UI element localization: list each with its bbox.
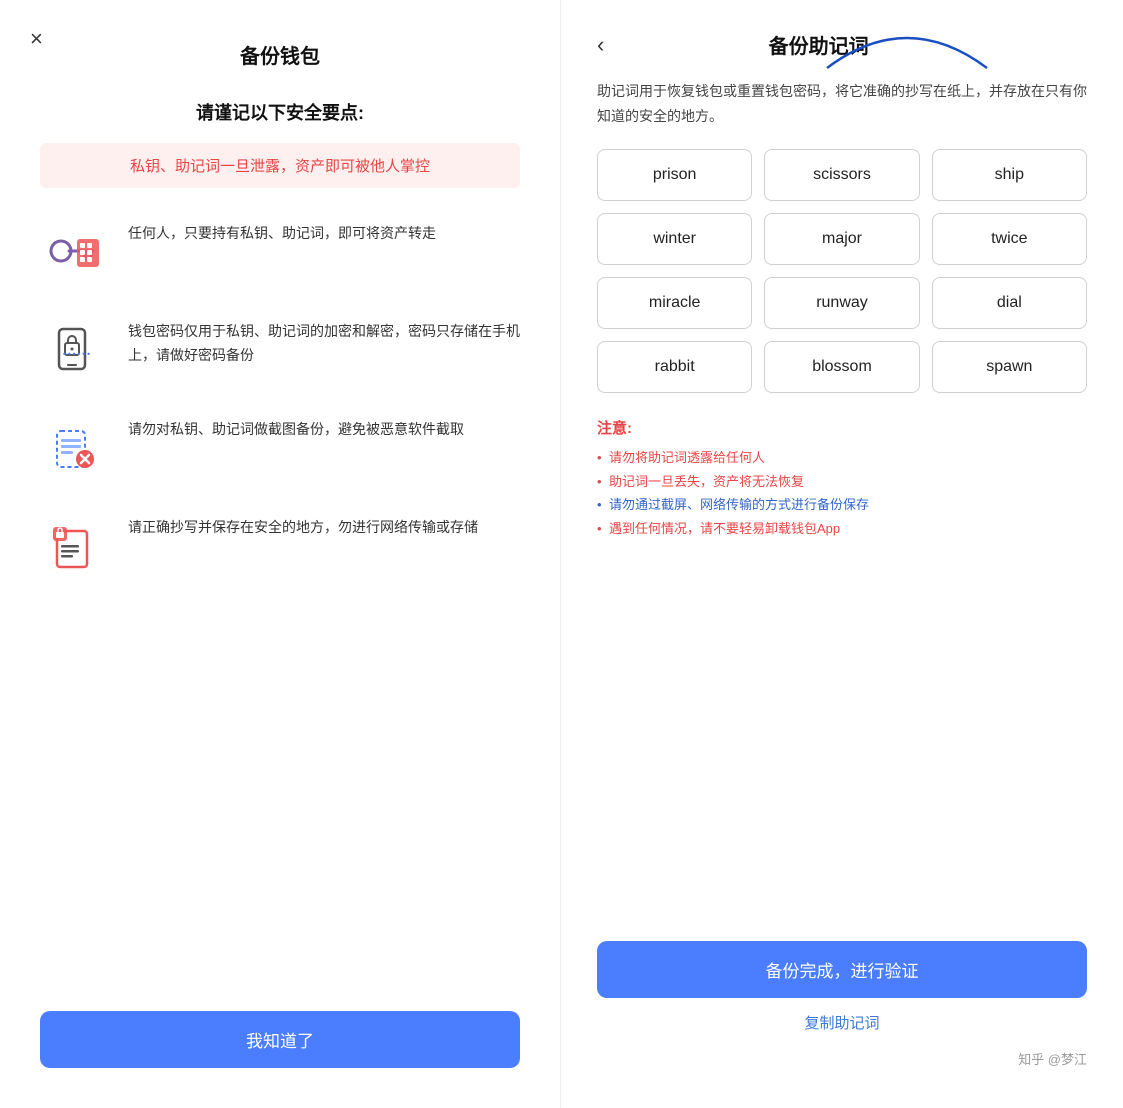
security-items-list: 任何人，只要持有私钥、助记词，即可将资产转走 •••••• 钱包密码仅用于私钥、… [40,218,520,971]
warning-banner: 私钥、助记词一旦泄露，资产即可被他人掌控 [40,143,520,188]
notes-section: 注意: 请勿将助记词透露给任何人助记词一旦丢失，资产将无法恢复请勿通过截屏、网络… [597,417,1087,540]
security-item-text-1: 任何人，只要持有私钥、助记词，即可将资产转走 [128,218,436,246]
security-heading: 请谨记以下安全要点: [40,99,520,125]
notes-title: 注意: [597,417,1087,438]
mnemonic-cell-1: prison [597,149,752,201]
security-item-1: 任何人，只要持有私钥、助记词，即可将资产转走 [40,218,520,288]
verify-button[interactable]: 备份完成，进行验证 [597,941,1087,998]
svg-text:••••••: •••••• [62,350,91,359]
security-item-text-2: 钱包密码仅用于私钥、助记词的加密和解密，密码只存储在手机上，请做好密码备份 [128,316,520,368]
title-circle-decoration [817,18,997,73]
close-button[interactable]: × [30,28,43,50]
note-item-1: 请勿将助记词透露给任何人 [597,446,1087,469]
mnemonic-grid: prisonscissorsship wintermajortwice miracl… [597,149,1087,393]
back-button[interactable]: ‹ [597,32,604,58]
watermark: 知乎 @梦江 [597,1049,1087,1068]
acknowledge-button[interactable]: 我知道了 [40,1011,520,1068]
mnemonic-cell-6: twice [932,213,1087,265]
mnemonic-cell-11: blossom [764,341,919,393]
mnemonic-cell-3: ship [932,149,1087,201]
mnemonic-cell-9: dial [932,277,1087,329]
screenshot-icon [40,414,110,484]
right-header: ‹ 备份助记词 [597,30,1087,59]
phone-lock-icon: •••••• [40,316,110,386]
security-item-text-3: 请勿对私钥、助记词做截图备份，避免被恶意软件截取 [128,414,464,442]
mnemonic-cell-7: miracle [597,277,752,329]
mnemonic-description: 助记词用于恢复钱包或重置钱包密码，将它准确的抄写在纸上，并存放在只有你知道的安全… [597,79,1087,129]
left-title: 备份钱包 [40,40,520,69]
note-item-2: 助记词一旦丢失，资产将无法恢复 [597,470,1087,493]
mnemonic-cell-10: rabbit [597,341,752,393]
mnemonic-cell-2: scissors [764,149,919,201]
security-item-4: 请正确抄写并保存在安全的地方，勿进行网络传输或存储 [40,512,520,582]
keys-icon [40,218,110,288]
note-item-4: 遇到任何情况，请不要轻易卸载钱包App [597,517,1087,540]
save-icon [40,512,110,582]
mnemonic-cell-12: spawn [932,341,1087,393]
copy-mnemonic-link[interactable]: 复制助记词 [597,1012,1087,1033]
security-item-3: 请勿对私钥、助记词做截图备份，避免被恶意软件截取 [40,414,520,484]
notes-list: 请勿将助记词透露给任何人助记词一旦丢失，资产将无法恢复请勿通过截屏、网络传输的方… [597,446,1087,540]
security-item-2: •••••• 钱包密码仅用于私钥、助记词的加密和解密，密码只存储在手机上，请做好… [40,316,520,386]
note-item-3: 请勿通过截屏、网络传输的方式进行备份保存 [597,493,1087,516]
mnemonic-cell-4: winter [597,213,752,265]
right-panel: ‹ 备份助记词 助记词用于恢复钱包或重置钱包密码，将它准确的抄写在纸上，并存放在… [561,0,1123,1108]
security-item-text-4: 请正确抄写并保存在安全的地方，勿进行网络传输或存储 [128,512,478,540]
left-panel: × 备份钱包 请谨记以下安全要点: 私钥、助记词一旦泄露，资产即可被他人掌控 [0,0,561,1108]
mnemonic-cell-5: major [764,213,919,265]
mnemonic-cell-8: runway [764,277,919,329]
